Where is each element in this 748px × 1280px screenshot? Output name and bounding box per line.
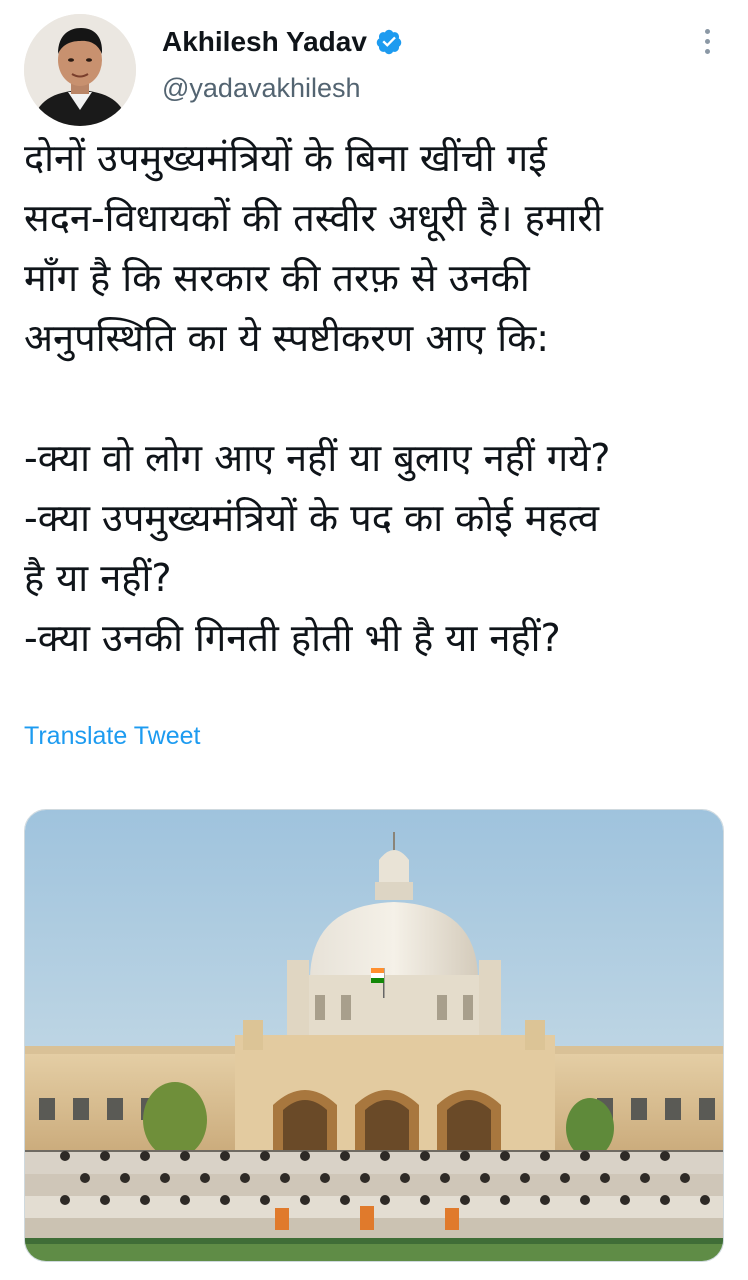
translate-tweet-link[interactable]: Translate Tweet xyxy=(24,722,200,751)
more-vertical-icon xyxy=(704,28,710,34)
author-name-row[interactable]: Akhilesh Yadav xyxy=(162,26,403,58)
more-options-button[interactable] xyxy=(690,24,724,58)
tweet-photo[interactable] xyxy=(24,809,724,1262)
more-vertical-icon-dot xyxy=(704,48,710,54)
tweet-text-line: -क्या उनकी गिनती होती भी है या नहीं? xyxy=(24,616,561,660)
author-display-name[interactable]: Akhilesh Yadav xyxy=(162,26,367,58)
tweet-text-line: माँग है कि सरकार की तरफ़ से उनकी xyxy=(24,256,530,300)
tweet-text-line: सदन-विधायकों की तस्वीर अधूरी है। हमारी xyxy=(24,196,603,240)
author-handle[interactable]: @yadavakhilesh xyxy=(162,73,361,104)
tweet-card: Akhilesh Yadav @yadavakhilesh दोनों उपमु… xyxy=(0,0,748,1280)
tweet-text-line: -क्या वो लोग आए नहीं या बुलाए नहीं गये? xyxy=(24,436,611,480)
author-avatar[interactable] xyxy=(24,14,136,126)
verified-badge-icon xyxy=(376,29,402,55)
tweet-text-line: -क्या उपमुख्यमंत्रियों के पद का कोई महत्… xyxy=(24,496,599,540)
tweet-text: दोनों उपमुख्यमंत्रियों के बिना खींची गई … xyxy=(24,128,724,668)
tweet-text-line: अनुपस्थिति का ये स्पष्टीकरण आए कि: xyxy=(24,316,550,360)
tweet-text-line: दोनों उपमुख्यमंत्रियों के बिना खींची गई xyxy=(24,136,547,180)
tweet-text-line: है या नहीं? xyxy=(24,556,172,600)
more-vertical-icon-dot xyxy=(704,38,710,44)
